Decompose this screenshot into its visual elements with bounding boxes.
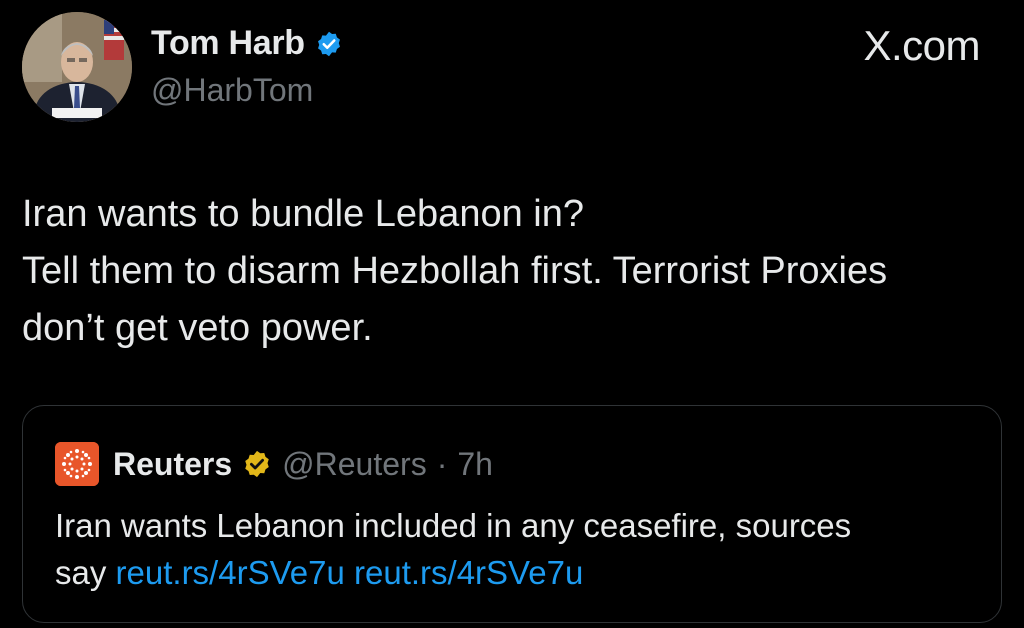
- separator-dot: ·: [436, 445, 448, 482]
- x-com-watermark: X.com: [863, 22, 980, 69]
- author-name-row: Tom Harb: [151, 24, 343, 63]
- quoted-tweet-card[interactable]: Reuters @Reuters · 7h Iran wants Lebanon…: [22, 405, 1002, 623]
- quoted-text-prefix: say: [55, 554, 107, 591]
- tweet-line: Iran wants to bundle Lebanon in?: [22, 193, 584, 235]
- quoted-timestamp[interactable]: 7h: [457, 446, 493, 483]
- gold-verified-badge-icon: [242, 449, 272, 479]
- quoted-link[interactable]: reut.rs/4rSVe7u: [116, 554, 345, 591]
- tweet-line: Tell them to disarm Hezbollah first. Ter…: [22, 250, 888, 292]
- quoted-handle[interactable]: @Reuters: [282, 446, 427, 483]
- quoted-link[interactable]: reut.rs/4rSVe7u: [354, 554, 583, 591]
- quoted-text-line: Iran wants Lebanon included in any cease…: [55, 507, 852, 544]
- avatar[interactable]: [22, 12, 132, 122]
- quoted-tweet-header: Reuters @Reuters · 7h: [55, 442, 493, 486]
- quoted-display-name[interactable]: Reuters: [113, 446, 232, 483]
- quoted-tweet-text: Iran wants Lebanon included in any cease…: [55, 502, 985, 596]
- profile-photo: [22, 12, 132, 122]
- blue-verified-badge-icon: [315, 30, 343, 58]
- reuters-logo-icon: [55, 442, 99, 486]
- author-display-name[interactable]: Tom Harb: [151, 24, 305, 63]
- author-handle[interactable]: @HarbTom: [151, 72, 313, 109]
- tweet-line: don’t get veto power.: [22, 307, 373, 349]
- tweet-text: Iran wants to bundle Lebanon in? Tell th…: [22, 186, 1012, 357]
